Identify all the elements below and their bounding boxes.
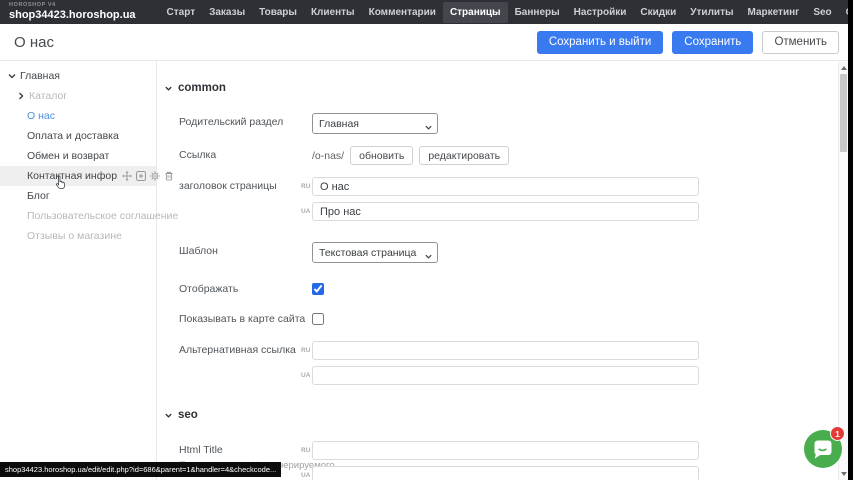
sidebar-item-obmen-i-vozvrat[interactable]: Обмен и возврат: [0, 146, 156, 166]
page-header: О нас Сохранить и выйти Сохранить Отмени…: [0, 24, 853, 61]
scroll-up-arrow-icon[interactable]: [841, 66, 847, 70]
link-path-value: /o-nas/: [312, 150, 344, 162]
menu-item-discounts[interactable]: Скидки: [633, 2, 683, 23]
menu-item-comments[interactable]: Комментарии: [362, 2, 443, 23]
page-title: О нас: [14, 34, 54, 51]
link-label: Ссылка: [179, 146, 312, 165]
menu-item-pages[interactable]: Страницы: [443, 2, 508, 23]
template-select[interactable]: Текстовая страница: [312, 242, 438, 263]
menu-item-settings[interactable]: Настройки: [567, 2, 634, 23]
section-header-seo[interactable]: seo: [164, 408, 853, 422]
chat-unread-badge: 1: [830, 426, 845, 441]
chevron-down-icon: [164, 84, 173, 93]
topbar: HOROSHOP V4 shop34423.horoshop.ua Старт …: [0, 0, 853, 24]
tree-item-label: О нас: [27, 110, 55, 122]
alt-link-ua-input[interactable]: [312, 366, 699, 385]
sidebar-item-kontaktnaya-informatsiya[interactable]: Контактная инфор: [0, 166, 156, 186]
logo[interactable]: HOROSHOP V4 shop34423.horoshop.ua: [0, 1, 146, 23]
menu-item-seo[interactable]: Seo: [806, 2, 838, 23]
display-checkbox[interactable]: [312, 283, 324, 295]
lang-badge-ua: UA: [301, 202, 312, 221]
save-and-exit-button[interactable]: Сохранить и выйти: [537, 31, 663, 54]
link-row: Ссылка /o-nas/ обновить редактировать: [179, 146, 853, 165]
sidebar-item-otzyvy-o-magazine[interactable]: Отзывы о магазине: [0, 226, 156, 246]
parent-section-select-input[interactable]: Главная: [312, 113, 438, 134]
scroll-down-arrow-icon[interactable]: [841, 472, 847, 476]
section-title: seo: [178, 409, 198, 421]
parent-section-row: Родительский раздел Главная: [179, 113, 853, 134]
chevron-right-icon[interactable]: [16, 91, 26, 101]
hand-cursor-icon: [54, 175, 68, 190]
parent-section-select[interactable]: Главная: [312, 113, 438, 134]
tree-item-label: Пользовательское соглашение: [27, 210, 178, 222]
pages-tree-sidebar: Главная Каталог О нас Оплата и доставка …: [0, 61, 157, 480]
lang-badge-ua: UA: [301, 466, 312, 480]
header-buttons: Сохранить и выйти Сохранить Отменить: [537, 31, 839, 54]
tree-item-label: Главная: [20, 70, 60, 82]
menu-item-orders[interactable]: Заказы: [202, 2, 252, 23]
add-subpage-icon[interactable]: [136, 171, 146, 181]
page-title-row: заголовок страницы RU UA: [179, 177, 853, 221]
edit-link-button[interactable]: редактировать: [419, 146, 509, 165]
move-icon[interactable]: [122, 171, 132, 181]
sitemap-label: Показывать в карте сайта: [179, 312, 312, 326]
tree-item-label: Отзывы о магазине: [27, 230, 122, 242]
status-url: shop34423.horoshop.ua/edit/edit.php?id=6…: [0, 462, 281, 477]
menu-item-banners[interactable]: Баннеры: [508, 2, 567, 23]
tree-item-label: Блог: [27, 190, 50, 202]
save-button[interactable]: Сохранить: [672, 31, 753, 54]
template-label: Шаблон: [179, 242, 312, 261]
screen-edge: [848, 0, 853, 480]
sidebar-item-polzovatelskoe-soglashenie[interactable]: Пользовательское соглашение: [0, 206, 156, 226]
tree-item-label: Обмен и возврат: [27, 150, 109, 162]
tree-item-label: Оплата и доставка: [27, 130, 119, 142]
sidebar-item-oplata-i-dostavka[interactable]: Оплата и доставка: [0, 126, 156, 146]
html-title-ua-input[interactable]: [312, 466, 699, 480]
alt-link-label: Альтернативная ссылка: [179, 341, 301, 360]
app-window: HOROSHOP V4 shop34423.horoshop.ua Старт …: [0, 0, 853, 480]
menu-item-start[interactable]: Старт: [160, 2, 203, 23]
section-title: common: [178, 82, 226, 94]
menu-item-utilities[interactable]: Утилиты: [683, 2, 740, 23]
sitemap-row: Показывать в карте сайта: [179, 312, 853, 326]
page-title-ua-input[interactable]: [312, 202, 699, 221]
lang-badge-ru: RU: [301, 177, 312, 196]
logo-domain: shop34423.horoshop.ua: [9, 10, 136, 21]
html-title-ru-input[interactable]: [312, 441, 699, 460]
chat-widget[interactable]: 1: [804, 430, 842, 468]
lang-badge-ru: RU: [301, 341, 312, 360]
scrollbar-thumb[interactable]: [840, 74, 847, 152]
template-select-input[interactable]: Текстовая страница: [312, 242, 438, 263]
lang-badge-ru: RU: [301, 441, 312, 460]
section-header-common[interactable]: common: [164, 81, 853, 95]
menu-item-marketing[interactable]: Маркетинг: [741, 2, 807, 23]
sitemap-checkbox[interactable]: [312, 313, 324, 325]
chevron-down-icon: [164, 411, 173, 420]
html-title-label: Html Title: [179, 444, 301, 458]
template-row: Шаблон Текстовая страница: [179, 242, 853, 263]
alt-link-ru-input[interactable]: [312, 341, 699, 360]
display-label: Отображать: [179, 282, 312, 296]
menu-item-clients[interactable]: Клиенты: [304, 2, 362, 23]
tree-item-label: Контактная инфор: [27, 170, 117, 182]
tree-item-label: Каталог: [29, 90, 67, 102]
sidebar-item-blog[interactable]: Блог: [0, 186, 156, 206]
page-edit-form: common Родительский раздел Главная Ссылк…: [157, 61, 853, 480]
sidebar-item-glavnaya[interactable]: Главная: [0, 66, 156, 86]
parent-section-label: Родительский раздел: [179, 113, 312, 132]
sidebar-item-katalog[interactable]: Каталог: [0, 86, 156, 106]
logo-version: HOROSHOP V4: [9, 3, 136, 9]
chevron-down-icon[interactable]: [7, 71, 17, 81]
lang-badge-ua: UA: [301, 366, 312, 385]
cancel-button[interactable]: Отменить: [762, 31, 839, 54]
refresh-link-button[interactable]: обновить: [350, 146, 413, 165]
alt-link-row: Альтернативная ссылка RU UA: [179, 341, 853, 385]
main-menu: Старт Заказы Товары Клиенты Комментарии …: [160, 0, 853, 24]
page-title-label: заголовок страницы: [179, 177, 301, 196]
vertical-scrollbar[interactable]: [838, 62, 848, 480]
menu-item-products[interactable]: Товары: [252, 2, 304, 23]
page-title-ru-input[interactable]: [312, 177, 699, 196]
sidebar-item-o-nas[interactable]: О нас: [0, 106, 156, 126]
display-row: Отображать: [179, 282, 853, 296]
